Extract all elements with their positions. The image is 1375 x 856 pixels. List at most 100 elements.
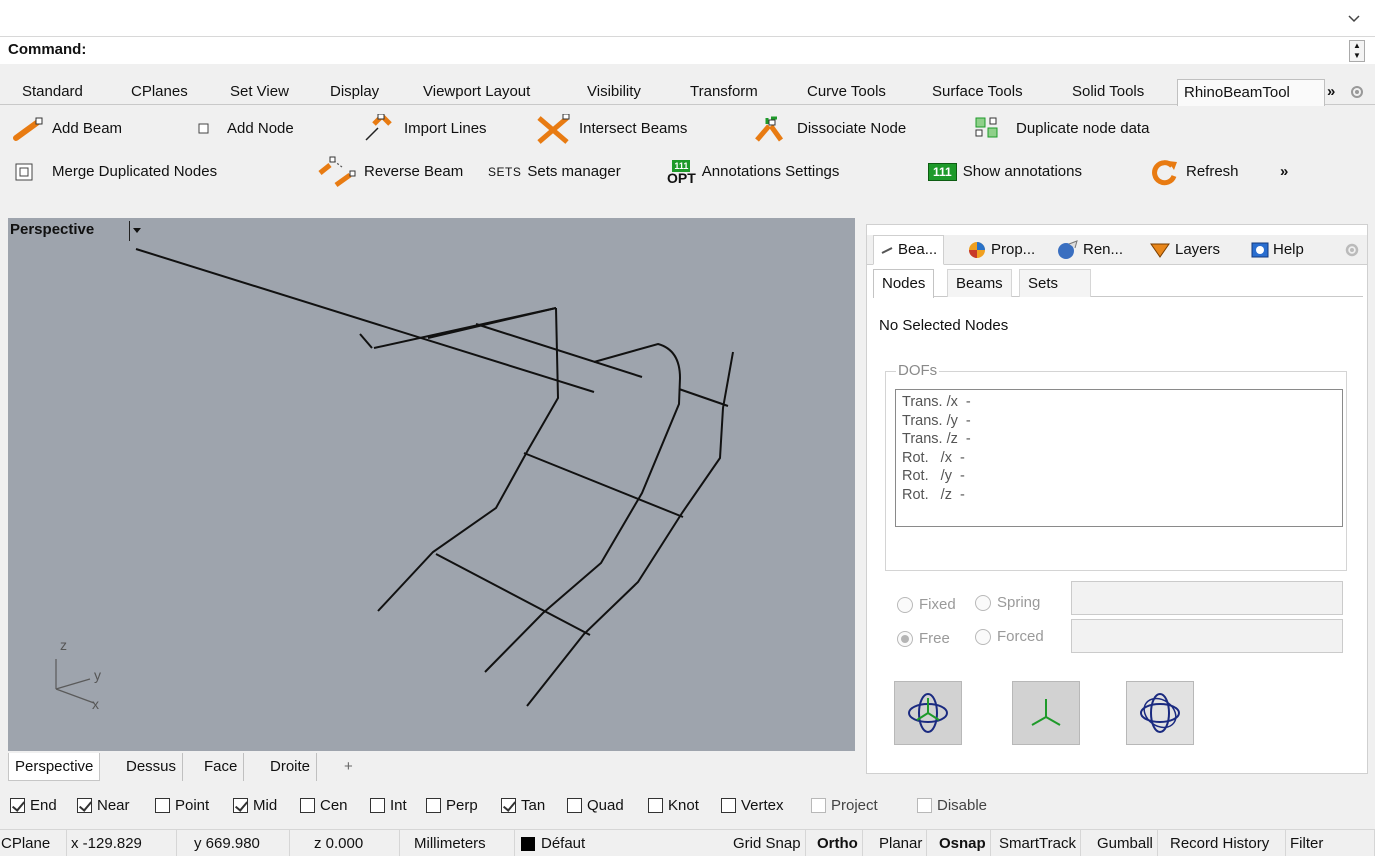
spin-up-icon[interactable]: ▲	[1350, 41, 1364, 51]
radio-forced[interactable]: Forced	[975, 628, 1044, 645]
status-smarttrack[interactable]: SmartTrack	[995, 830, 1081, 856]
properties-icon	[969, 242, 985, 258]
subtab-sets[interactable]: Sets	[1019, 269, 1091, 297]
status-units[interactable]: Millimeters	[410, 830, 515, 856]
osnap-point[interactable]: Point	[155, 797, 209, 814]
radio-forced-label: Forced	[997, 628, 1044, 645]
radio-fixed[interactable]: Fixed	[897, 596, 956, 613]
spin-down-icon[interactable]: ▼	[1350, 51, 1364, 61]
dissociate-node-label: Dissociate Node	[797, 120, 907, 137]
status-record-history[interactable]: Record History	[1166, 830, 1286, 856]
osnap-vertex[interactable]: Vertex	[721, 797, 784, 814]
tab-standard[interactable]: Standard	[16, 79, 89, 105]
subtab-beams[interactable]: Beams	[947, 269, 1012, 297]
status-grid-snap[interactable]: Grid Snap	[729, 830, 806, 856]
tab-solid-tools[interactable]: Solid Tools	[1066, 79, 1150, 105]
status-cplane[interactable]: CPlane	[0, 830, 67, 856]
viewport-menu-button[interactable]	[129, 221, 145, 241]
rotation-dofs-button[interactable]	[1126, 681, 1194, 745]
panel-tab-layers[interactable]: Layers	[1149, 235, 1220, 265]
osnap-end[interactable]: End	[10, 797, 57, 814]
command-label: Command:	[8, 41, 87, 58]
intersect-beams-button[interactable]: Intersect Beams	[535, 114, 687, 144]
reverse-beam-button[interactable]: Reverse Beam	[316, 156, 464, 188]
reverse-beam-label: Reverse Beam	[364, 163, 464, 180]
axis-triad	[55, 659, 95, 704]
add-node-button[interactable]: Add Node	[195, 115, 294, 143]
osnap-disable-label: Disable	[937, 797, 988, 814]
import-lines-button[interactable]: Import Lines	[360, 114, 487, 143]
osnap-quad[interactable]: Quad	[567, 797, 624, 814]
toolbar-more-button[interactable]: »	[1280, 158, 1288, 186]
radio-spring[interactable]: Spring	[975, 594, 1040, 611]
osnap-near[interactable]: Near	[77, 797, 130, 814]
panel-tab-properties[interactable]: Prop...	[967, 235, 1035, 265]
chevron-down-icon[interactable]	[1347, 12, 1361, 26]
vp-tab-face[interactable]: Face	[198, 753, 245, 781]
model-geometry[interactable]: z y x	[8, 218, 855, 751]
tab-transform[interactable]: Transform	[684, 79, 764, 105]
dissociate-node-button[interactable]: Dissociate Node	[753, 115, 906, 143]
osnap-int[interactable]: Int	[370, 797, 407, 814]
perspective-viewport[interactable]: z y x Perspective	[8, 218, 855, 751]
command-input[interactable]	[90, 40, 1330, 60]
forced-value-field[interactable]	[1071, 619, 1343, 653]
dofs-legend: DOFs	[896, 362, 940, 379]
panel-tab-beam[interactable]: Bea...	[873, 235, 945, 265]
all-dofs-button[interactable]	[894, 681, 962, 745]
sets-manager-button[interactable]: SETS Sets manager	[488, 158, 621, 186]
panel-tab-render[interactable]: Ren...	[1057, 235, 1123, 265]
viewport-title[interactable]: Perspective	[10, 221, 94, 238]
annotations-settings-button[interactable]: 111 OPT Annotations Settings	[667, 158, 839, 186]
duplicate-node-data-button[interactable]: Duplicate node data	[972, 115, 1149, 143]
osnap-mid[interactable]: Mid	[233, 797, 277, 814]
tab-curve-tools[interactable]: Curve Tools	[801, 79, 892, 105]
dofs-list[interactable]: Trans. /x - Trans. /y - Trans. /z - Rot.…	[895, 389, 1343, 527]
status-bar: CPlane x -129.829 y 669.980 z 0.000 Mill…	[0, 829, 1375, 856]
osnap-project[interactable]: Project	[811, 797, 878, 814]
add-viewport-tab-button[interactable]: +	[338, 753, 359, 781]
status-osnap[interactable]: Osnap	[935, 830, 991, 856]
merge-duplicated-nodes-button[interactable]: Merge Duplicated Nodes	[14, 158, 217, 186]
tab-rhinobeamtool[interactable]: RhinoBeamTool	[1177, 79, 1325, 106]
dof-rot-y: Rot. /y -	[902, 468, 965, 484]
vp-tab-droite[interactable]: Droite	[264, 753, 318, 781]
osnap-perp[interactable]: Perp	[426, 797, 478, 814]
osnap-point-label: Point	[175, 797, 210, 814]
merge-nodes-icon	[15, 163, 33, 181]
refresh-label: Refresh	[1186, 163, 1239, 180]
status-planar[interactable]: Planar	[875, 830, 928, 856]
gear-icon[interactable]	[1348, 83, 1366, 101]
orbit-icon	[1140, 693, 1180, 733]
add-beam-button[interactable]: Add Beam	[12, 115, 122, 143]
command-spinner[interactable]: ▲ ▼	[1349, 40, 1365, 62]
panel-tab-help[interactable]: Help	[1251, 235, 1304, 265]
show-annotations-button[interactable]: 111 Show annotations	[928, 158, 1082, 186]
osnap-knot[interactable]: Knot	[648, 797, 699, 814]
axis-z-label: z	[60, 637, 67, 653]
osnap-disable[interactable]: Disable	[917, 797, 987, 814]
status-layer[interactable]: Défaut	[517, 830, 727, 856]
status-gumball[interactable]: Gumball	[1093, 830, 1158, 856]
translation-dofs-button[interactable]	[1012, 681, 1080, 745]
status-ortho[interactable]: Ortho	[813, 830, 863, 856]
status-filter[interactable]: Filter	[1286, 830, 1375, 856]
tab-display[interactable]: Display	[324, 79, 385, 105]
spring-value-field[interactable]	[1071, 581, 1343, 615]
vp-tab-perspective[interactable]: Perspective	[8, 753, 101, 781]
osnap-cen[interactable]: Cen	[300, 797, 348, 814]
tab-set-view[interactable]: Set View	[224, 79, 295, 105]
tab-visibility[interactable]: Visibility	[581, 79, 647, 105]
radio-free[interactable]: Free	[897, 630, 950, 647]
sets-manager-label: Sets manager	[527, 163, 621, 180]
subtab-nodes[interactable]: Nodes	[873, 269, 935, 298]
vp-tab-dessus[interactable]: Dessus	[120, 753, 184, 781]
panel-settings-icon[interactable]	[1343, 241, 1361, 259]
tab-viewport-layout[interactable]: Viewport Layout	[417, 79, 536, 105]
refresh-button[interactable]: Refresh	[1150, 158, 1239, 186]
osnap-tan[interactable]: Tan	[501, 797, 545, 814]
ribbon-more-button[interactable]: »	[1321, 79, 1341, 105]
annotations-settings-label: Annotations Settings	[701, 163, 840, 180]
tab-cplanes[interactable]: CPlanes	[125, 79, 194, 105]
tab-surface-tools[interactable]: Surface Tools	[926, 79, 1029, 105]
